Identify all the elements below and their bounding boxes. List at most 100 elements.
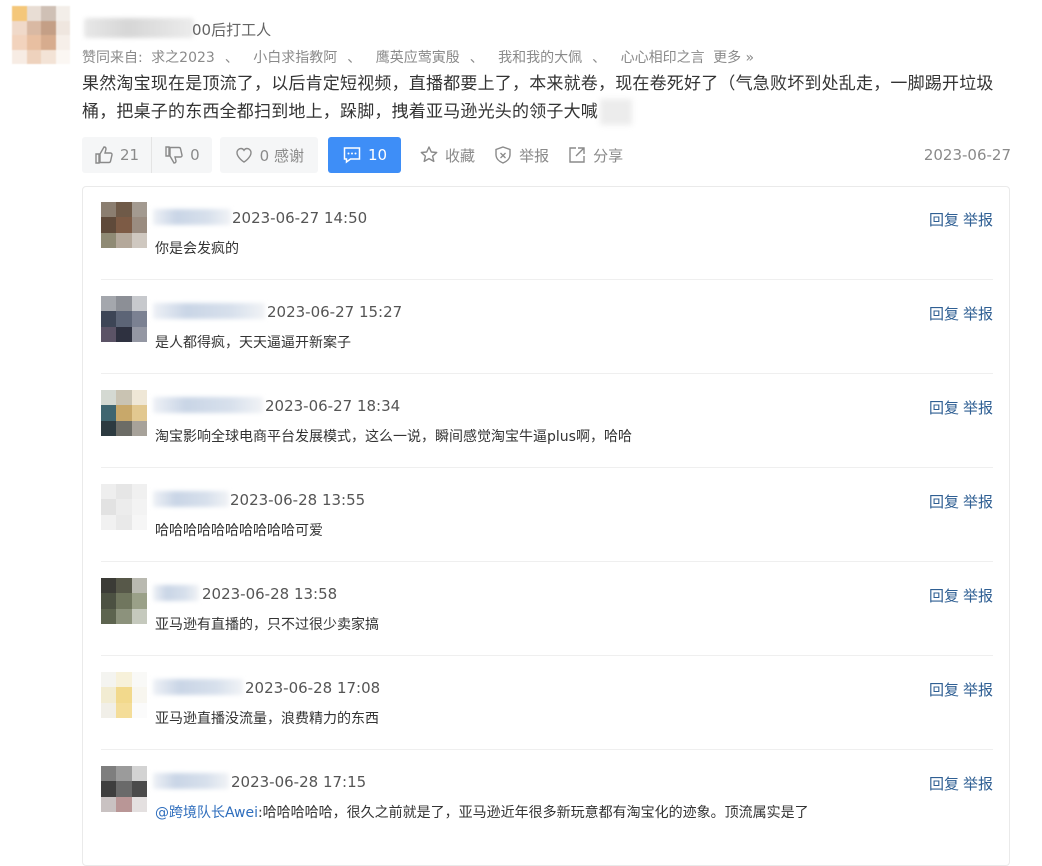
thumbs-up-icon — [95, 146, 113, 164]
liker-link[interactable]: 心心相印之言 — [621, 50, 705, 66]
share-icon — [569, 147, 585, 163]
comment-item: 2023-06-27 18:34 淘宝影响全球电商平台发展模式，这么一说，瞬间感… — [101, 375, 993, 468]
likes-line: 赞同来自: 求之2023、 小白求指教阿、 鹰英应莺寅殷、 我和我的大佩、 心心… — [82, 50, 755, 66]
liker-link[interactable]: 求之2023 — [151, 50, 215, 66]
favorite-button[interactable]: 收藏 — [419, 137, 475, 173]
author-name-redacted[interactable] — [84, 18, 194, 38]
thanks-label: 0 感谢 — [259, 146, 304, 165]
author-name[interactable]: 00后打工人 — [192, 19, 271, 40]
comment-item: 2023-06-28 13:55 哈哈哈哈哈哈哈哈哈哈可爱 回复 举报 — [101, 469, 993, 562]
reply-link[interactable]: 回复 — [929, 587, 959, 605]
commenter-name-redacted[interactable] — [153, 679, 243, 695]
report-link[interactable]: 举报 — [963, 305, 993, 323]
report-button[interactable]: 举报 — [493, 137, 549, 173]
comment-body: :哈哈哈哈哈，很久之前就是了，亚马逊近年很多新玩意都有淘宝化的迹象。顶流属实是了 — [257, 805, 809, 821]
report-link[interactable]: 举报 — [963, 211, 993, 229]
action-bar: 21 0 0 感谢 10 收藏 举报 分享 — [82, 137, 623, 173]
comment-actions: 回复 举报 — [925, 491, 993, 512]
reply-link[interactable]: 回复 — [929, 775, 959, 793]
comment-text: 淘宝影响全球电商平台发展模式，这么一说，瞬间感觉淘宝牛逼plus啊，哈哈 — [155, 426, 632, 446]
post-date: 2023-06-27 — [923, 146, 1011, 164]
commenter-name-redacted[interactable] — [153, 209, 231, 225]
comment-button[interactable]: 10 — [327, 137, 402, 173]
comment-item: 2023-06-27 15:27 是人都得疯，天天逼逼开新案子 回复 举报 — [101, 281, 993, 374]
commenter-avatar[interactable] — [101, 484, 147, 530]
share-button[interactable]: 分享 — [567, 137, 623, 173]
comment-body: 亚马逊直播没流量，浪费精力的东西 — [155, 711, 379, 727]
reply-link[interactable]: 回复 — [929, 305, 959, 323]
upvote-count: 21 — [120, 146, 140, 164]
comment-count: 10 — [367, 146, 388, 164]
author-avatar[interactable] — [12, 6, 70, 64]
comment-text: 是人都得疯，天天逼逼开新案子 — [155, 332, 351, 352]
comment-body: 亚马逊有直播的，只不过很少卖家搞 — [155, 617, 379, 633]
commenter-name-redacted[interactable] — [153, 773, 229, 789]
downvote-count: 0 — [190, 146, 200, 164]
comments-panel: 2023-06-27 14:50 你是会发疯的 回复 举报 2023-06-27 … — [82, 186, 1010, 866]
downvote-button[interactable]: 0 — [152, 137, 212, 173]
comment-body: 你是会发疯的 — [155, 241, 239, 257]
comment-text: 你是会发疯的 — [155, 238, 239, 258]
liker-link[interactable]: 小白求指教阿 — [253, 50, 337, 66]
commenter-avatar[interactable] — [101, 202, 147, 248]
comment-item: 2023-06-27 14:50 你是会发疯的 回复 举报 — [101, 187, 993, 280]
commenter-avatar[interactable] — [101, 578, 147, 624]
comment-time: 2023-06-28 17:15 — [231, 773, 367, 791]
redacted-blur — [600, 99, 632, 125]
comment-time: 2023-06-28 17:08 — [245, 679, 381, 697]
liker-link[interactable]: 我和我的大佩 — [498, 50, 582, 66]
mention-link[interactable]: @跨境队长Awei — [155, 805, 258, 821]
comment-body: 哈哈哈哈哈哈哈哈哈哈可爱 — [155, 523, 323, 539]
report-link[interactable]: 举报 — [963, 775, 993, 793]
comment-body: 淘宝影响全球电商平台发展模式，这么一说，瞬间感觉淘宝牛逼plus啊，哈哈 — [155, 429, 632, 445]
commenter-avatar[interactable] — [101, 390, 147, 436]
comment-time: 2023-06-28 13:55 — [230, 491, 366, 509]
share-label: 分享 — [593, 146, 624, 165]
comment-actions: 回复 举报 — [925, 397, 993, 418]
comment-text: 亚马逊直播没流量，浪费精力的东西 — [155, 708, 379, 728]
commenter-avatar[interactable] — [101, 766, 147, 812]
commenter-name-redacted[interactable] — [153, 585, 199, 601]
report-link[interactable]: 举报 — [963, 493, 993, 511]
comment-icon — [343, 147, 361, 164]
comment-time: 2023-06-27 15:27 — [267, 303, 403, 321]
commenter-name-redacted[interactable] — [153, 491, 229, 507]
reply-link[interactable]: 回复 — [929, 493, 959, 511]
comment-item: 2023-06-28 17:15 @跨境队长Awei:哈哈哈哈哈，很久之前就是了… — [101, 751, 993, 844]
commenter-avatar[interactable] — [101, 672, 147, 718]
comment-time: 2023-06-27 18:34 — [265, 397, 401, 415]
shield-icon — [495, 146, 511, 164]
reply-link[interactable]: 回复 — [929, 399, 959, 417]
star-icon — [420, 146, 438, 163]
likes-more-link[interactable]: 更多 » — [713, 50, 754, 66]
comment-actions: 回复 举报 — [925, 209, 993, 230]
comment-item: 2023-06-28 13:58 亚马逊有直播的，只不过很少卖家搞 回复 举报 — [101, 563, 993, 656]
report-link[interactable]: 举报 — [963, 587, 993, 605]
comment-time: 2023-06-28 13:58 — [202, 585, 338, 603]
thumbs-down-icon — [165, 146, 183, 164]
reply-link[interactable]: 回复 — [929, 681, 959, 699]
comment-text: 哈哈哈哈哈哈哈哈哈哈可爱 — [155, 520, 323, 540]
report-label: 举报 — [519, 146, 550, 165]
comment-actions: 回复 举报 — [925, 303, 993, 324]
vote-group: 21 0 — [82, 137, 212, 173]
comment-body: 是人都得疯，天天逼逼开新案子 — [155, 335, 351, 351]
commenter-avatar[interactable] — [101, 296, 147, 342]
report-link[interactable]: 举报 — [963, 681, 993, 699]
commenter-name-redacted[interactable] — [153, 303, 265, 319]
comment-actions: 回复 举报 — [925, 679, 993, 700]
liker-link[interactable]: 鹰英应莺寅殷 — [376, 50, 460, 66]
comment-actions: 回复 举报 — [925, 773, 993, 794]
favorite-label: 收藏 — [445, 146, 476, 165]
post-content-text: 果然淘宝现在是顶流了，以后肯定短视频，直播都要上了，本来就卷，现在卷死好了（气急… — [82, 74, 994, 122]
likes-prefix: 赞同来自: — [82, 50, 143, 66]
thanks-button[interactable]: 0 感谢 — [219, 137, 318, 173]
commenter-name-redacted[interactable] — [153, 397, 263, 413]
upvote-button[interactable]: 21 — [82, 137, 151, 173]
comment-time: 2023-06-27 14:50 — [232, 209, 368, 227]
reply-link[interactable]: 回复 — [929, 211, 959, 229]
post-content: 果然淘宝现在是顶流了，以后肯定短视频，直播都要上了，本来就卷，现在卷死好了（气急… — [82, 70, 1017, 126]
report-link[interactable]: 举报 — [963, 399, 993, 417]
comment-text: @跨境队长Awei:哈哈哈哈哈，很久之前就是了，亚马逊近年很多新玩意都有淘宝化的… — [155, 802, 809, 822]
comment-actions: 回复 举报 — [925, 585, 993, 606]
